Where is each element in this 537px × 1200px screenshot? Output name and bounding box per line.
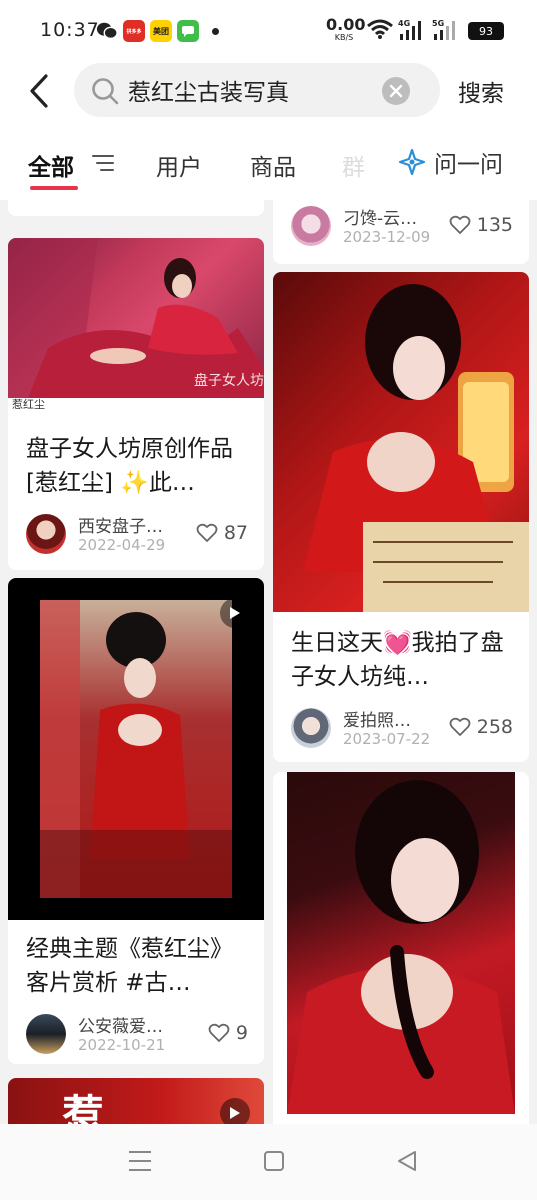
avatar[interactable] — [291, 708, 331, 748]
result-tabs: 全部 用户 商品 群 问一问 — [0, 122, 537, 200]
battery-indicator: 93 — [468, 22, 504, 40]
home-button[interactable] — [263, 1150, 285, 1176]
like-button[interactable]: 9 — [208, 1022, 248, 1044]
svg-text:5G: 5G — [432, 19, 444, 28]
heart-icon — [449, 717, 471, 736]
wechat-icon — [96, 20, 118, 42]
system-nav-bar — [0, 1124, 537, 1200]
feed-card[interactable]: 刁馋-云… 2023-12-09 135 — [273, 200, 529, 264]
post-date: 2023-07-22 — [343, 730, 431, 748]
post-title: 经典主题《惹红尘》客片赏析 #古… — [26, 936, 233, 996]
post-image — [287, 772, 515, 1114]
post-date: 2023-12-09 — [343, 228, 431, 246]
message-icon — [177, 20, 199, 42]
like-count: 9 — [235, 1022, 248, 1044]
signal-sim2-icon: 5G — [432, 18, 458, 46]
tab-all[interactable]: 全部 — [28, 148, 74, 182]
filter-icon[interactable] — [92, 154, 114, 176]
svg-text:4G: 4G — [398, 19, 410, 28]
post-image: 惹红尘 盘子女人坊 — [8, 238, 264, 411]
ask-ai-button[interactable]: 问一问 — [398, 146, 503, 178]
back-nav-button[interactable] — [396, 1150, 418, 1176]
author-name[interactable]: 爱拍照… — [343, 706, 411, 731]
post-caption: 惹红尘 — [12, 398, 45, 411]
post-video-thumbnail — [8, 578, 264, 920]
author-name[interactable]: 西安盘子… — [78, 512, 163, 537]
like-button[interactable]: 258 — [449, 716, 513, 738]
search-button[interactable]: 搜索 — [458, 74, 504, 108]
watermark: 盘子女人坊 — [194, 373, 264, 389]
active-tab-indicator — [30, 186, 78, 190]
feed-card[interactable]: 生日这天💓我拍了盘子女人坊纯… 爱拍照… 2023-07-22 258 — [273, 272, 529, 762]
tab-products[interactable]: 商品 — [250, 148, 296, 182]
heart-icon — [208, 1023, 230, 1042]
search-input[interactable] — [128, 72, 378, 108]
menu-button[interactable] — [128, 1150, 152, 1176]
signal-sim1-icon: 4G — [398, 18, 424, 46]
home-icon — [264, 1151, 284, 1171]
search-results-feed: 惹红尘 盘子女人坊 盘子女人坊原创作品[惹红尘] ✨此… 西安盘子… 2022-… — [0, 200, 537, 1124]
like-count: 135 — [476, 214, 513, 236]
post-date: 2022-10-21 — [78, 1036, 166, 1054]
feed-card[interactable] — [273, 772, 529, 1124]
like-count: 258 — [476, 716, 513, 738]
like-button[interactable]: 87 — [196, 522, 248, 544]
ask-ai-label: 问一问 — [434, 152, 503, 178]
avatar[interactable] — [26, 514, 66, 554]
back-icon — [30, 74, 48, 108]
feed-card[interactable]: 惹 — [8, 1078, 264, 1124]
status-time: 10:37 — [40, 19, 100, 41]
play-button[interactable] — [220, 598, 250, 628]
post-title: 生日这天💓我拍了盘子女人坊纯… — [291, 630, 504, 690]
wifi-icon — [366, 18, 394, 44]
play-icon — [230, 1107, 240, 1119]
ai-star-icon — [398, 148, 426, 176]
heart-icon — [196, 523, 218, 542]
pinduoduo-icon: 拼多多 — [123, 20, 145, 42]
avatar[interactable] — [291, 206, 331, 246]
feed-card-partial[interactable] — [8, 200, 264, 216]
clear-search-button[interactable] — [382, 77, 410, 105]
back-button[interactable] — [22, 70, 58, 112]
menu-icon — [129, 1151, 151, 1171]
clear-icon — [389, 84, 403, 98]
notification-dot — [212, 28, 219, 35]
tab-users[interactable]: 用户 — [156, 148, 202, 182]
play-button[interactable] — [220, 1098, 250, 1124]
back-triangle-icon — [398, 1151, 416, 1171]
post-video-thumbnail: 惹 — [8, 1078, 264, 1124]
search-icon — [90, 76, 120, 110]
post-image — [273, 272, 529, 612]
tab-groups[interactable]: 群 — [342, 148, 365, 182]
play-icon — [230, 607, 240, 619]
like-count: 87 — [223, 522, 248, 544]
thumbnail-calligraphy: 惹 — [62, 1091, 105, 1124]
net-speed: 0.00 KB/S — [326, 15, 366, 42]
like-button[interactable]: 135 — [449, 214, 513, 236]
meituan-icon: 美团 — [150, 20, 172, 42]
status-bar: 10:37 拼多多 美团 0.00 KB/S 4G 4G 5G 5G 93 — [0, 0, 537, 60]
author-name[interactable]: 刁馋-云… — [343, 204, 417, 229]
author-name[interactable]: 公安薇爱… — [78, 1012, 163, 1037]
search-header: 搜索 — [0, 60, 537, 122]
feed-card[interactable]: 经典主题《惹红尘》客片赏析 #古… 公安薇爱… 2022-10-21 9 — [8, 578, 264, 1064]
heart-icon — [449, 215, 471, 234]
feed-card[interactable]: 惹红尘 盘子女人坊 盘子女人坊原创作品[惹红尘] ✨此… 西安盘子… 2022-… — [8, 238, 264, 570]
search-box[interactable] — [74, 63, 440, 117]
avatar[interactable] — [26, 1014, 66, 1054]
post-title: 盘子女人坊原创作品[惹红尘] ✨此… — [26, 436, 233, 496]
post-date: 2022-04-29 — [78, 536, 166, 554]
